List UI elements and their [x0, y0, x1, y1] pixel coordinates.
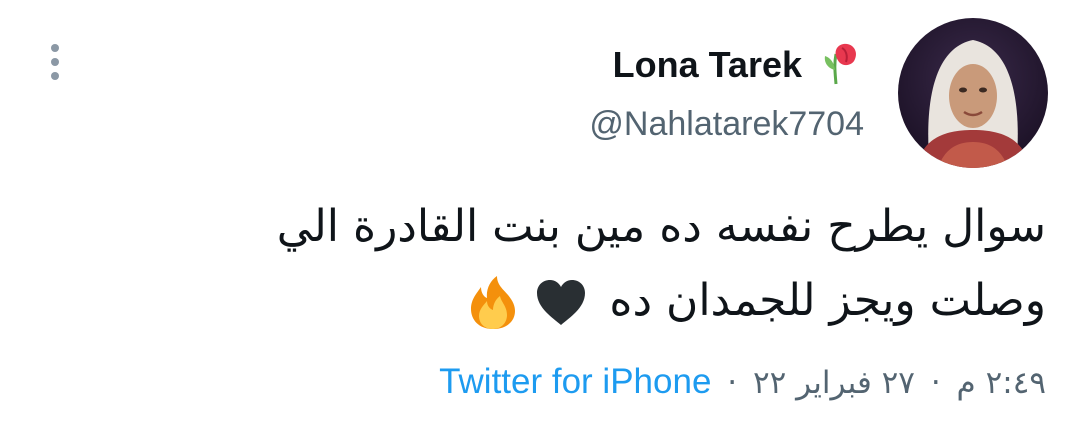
tweet-meta: ٢:٤٩ م · ٢٧ فبراير ٢٢ · Twitter for iPho… — [439, 358, 1046, 407]
tweet-time[interactable]: ٢:٤٩ م — [957, 365, 1046, 401]
meta-separator: · — [930, 365, 941, 401]
meta-separator: · — [727, 365, 738, 401]
tweet-date[interactable]: ٢٧ فبراير ٢٢ — [753, 365, 915, 401]
avatar[interactable] — [898, 18, 1048, 168]
user-handle[interactable]: @Nahlatarek7704 — [589, 100, 864, 148]
display-name[interactable]: Lona Tarek — [613, 40, 802, 90]
tweet-source-link[interactable]: Twitter for iPhone — [439, 362, 711, 401]
more-options-button[interactable] — [38, 40, 72, 84]
wilted-flower-icon — [824, 43, 857, 85]
tweet-line-2-text: وصلت ويجز للجمدان ده — [609, 275, 1046, 326]
tweet-text: سوال يطرح نفسه ده مين بنت القادرة الي وص… — [166, 190, 1046, 338]
vertical-ellipsis-icon — [51, 44, 59, 80]
tweet-line-1: سوال يطرح نفسه ده مين بنت القادرة الي — [276, 201, 1046, 252]
tweet-line-2: وصلت ويجز للجمدان ده — [166, 264, 1046, 338]
fire-icon — [471, 276, 516, 329]
tweet-card: Lona Tarek @Nahlatarek7704 سوال يطرح نفس… — [0, 0, 1080, 438]
black-heart-icon — [537, 280, 586, 325]
